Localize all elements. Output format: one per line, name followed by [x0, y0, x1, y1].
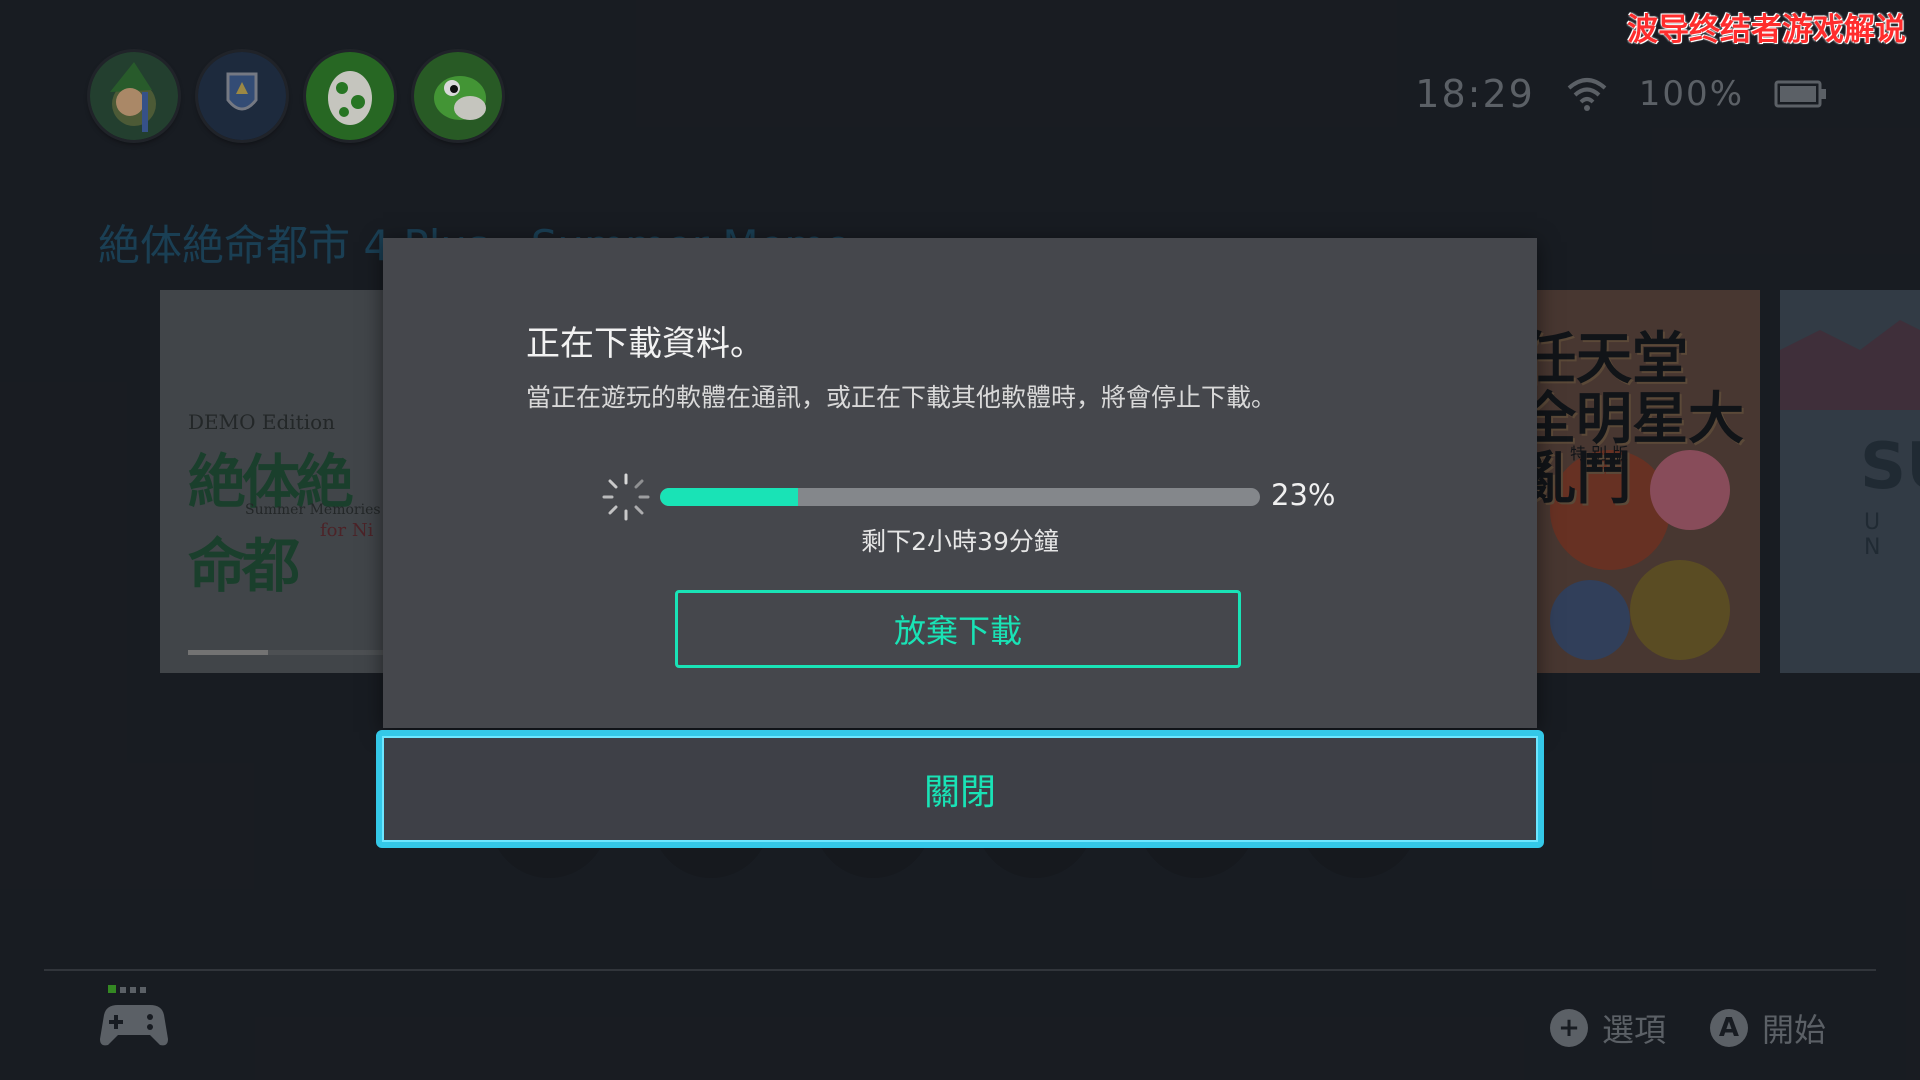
download-progress-bar: [660, 488, 1260, 506]
loading-spinner-icon: [602, 473, 650, 521]
download-progress-percent: 23%: [1271, 478, 1336, 512]
dialog-title: 正在下載資料。: [526, 324, 764, 364]
cancel-download-button[interactable]: 放棄下載: [675, 590, 1241, 668]
home-screen: 波导终结者游戏解说 18:29 100% 絶体絶命都市 4 DEMO Editi…: [0, 0, 1920, 1080]
time-remaining-text: 剩下2小時39分鐘: [861, 527, 1059, 556]
download-progress-fill: [660, 488, 798, 506]
close-button[interactable]: 關閉: [376, 730, 1544, 848]
download-dialog: 正在下載資料。 當正在遊玩的軟體在通訊，或正在下載其他軟體時，將會停止下載。 2…: [383, 238, 1537, 728]
time-remaining: 剩下2小時39分鐘: [383, 522, 1537, 558]
watermark: 波导终结者游戏解说: [1627, 12, 1906, 48]
dialog-message: 當正在遊玩的軟體在通訊，或正在下載其他軟體時，將會停止下載。: [526, 383, 1277, 412]
